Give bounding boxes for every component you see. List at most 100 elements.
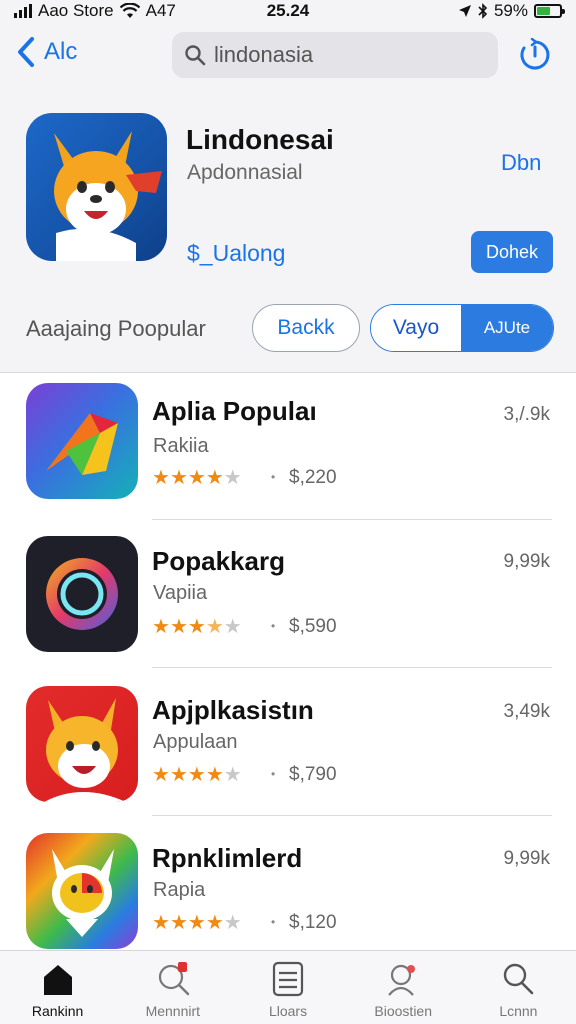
app-category: Appulaan (153, 731, 238, 753)
tab-rankinn[interactable]: Rankinn (0, 951, 115, 1024)
app-icon (26, 686, 138, 802)
segmented-control: Vayo AJUte (370, 304, 554, 352)
fox-mascot-icon (54, 131, 162, 261)
separator-dot: • (271, 619, 276, 633)
fox-mascot-icon (44, 698, 126, 802)
app-price: $,790 (289, 764, 337, 785)
search-icon (504, 963, 534, 995)
list-item[interactable]: Aplia Populaı Rakiia ★★★★★ • $,220 3,/.9… (0, 380, 576, 520)
separator-dot: • (271, 470, 276, 484)
signal-icon (14, 4, 32, 18)
person-search-icon (158, 962, 189, 996)
star-icon: ★ (152, 616, 170, 638)
star-icon: ★ (223, 764, 242, 786)
tab-label: Mennnirt (145, 1003, 201, 1019)
app-download-count: 9,99k (503, 551, 550, 572)
list-item[interactable]: Apjplkasistın Appulaan ★★★★★ • $,790 3,4… (0, 678, 576, 818)
star-rating: ★★★★★ (152, 910, 242, 935)
battery-icon (534, 4, 565, 18)
app-icon (26, 536, 138, 652)
star-icon: ★ (205, 616, 224, 638)
featured-app-icon[interactable] (26, 113, 167, 261)
star-icon: ★ (223, 616, 242, 638)
star-icon: ★ (205, 467, 224, 489)
list-item[interactable]: Rpnklimlerd Rapia ★★★★★ • $,120 9,99k (0, 826, 576, 966)
nav-bar: Alc (0, 30, 576, 80)
back-label: Alc (44, 38, 78, 65)
ring-logo-icon (46, 558, 118, 630)
star-icon: ★ (152, 912, 170, 934)
open-link[interactable]: Dbn (501, 150, 541, 176)
app-download-count: 9,99k (503, 848, 550, 869)
get-button[interactable]: Dohek (471, 231, 553, 273)
battery-percent: 59% (493, 1, 528, 20)
list-icon (272, 961, 304, 997)
star-icon: ★ (205, 764, 224, 786)
home-icon (43, 965, 72, 995)
network-label: A47 (145, 1, 176, 20)
arrow-logo-icon (46, 413, 118, 475)
star-icon: ★ (152, 764, 170, 786)
tab-mennnirt[interactable]: Mennnirt (115, 951, 230, 1024)
app-name: Apjplkasistın (152, 695, 314, 725)
featured-app-title: Lindonesai (186, 124, 334, 155)
app-price: $,220 (289, 467, 337, 488)
price-link[interactable]: $_Ualong (187, 240, 285, 267)
star-icon: ★ (187, 616, 206, 638)
search-bar[interactable] (172, 32, 498, 78)
tab-label: Bioostien (374, 1003, 432, 1019)
tab-label: Lloars (268, 1003, 308, 1019)
location-icon (458, 5, 471, 17)
star-rating: ★★★★★ (152, 614, 242, 639)
tab-label: Rankinn (31, 1003, 84, 1019)
segment-ajute[interactable]: AJUte (461, 305, 553, 351)
tab-label: Lcnnn (499, 1003, 538, 1019)
app-download-count: 3,49k (503, 701, 550, 722)
app-name: Popakkarg (152, 546, 285, 576)
tab-lloars[interactable]: Lloars (230, 951, 345, 1024)
app-icon (26, 383, 138, 499)
row-divider (152, 815, 552, 816)
wifi-icon (119, 3, 140, 18)
app-price: $,120 (289, 912, 337, 933)
status-bar: Aao Store A47 25.24 59% (0, 0, 576, 22)
star-rating: ★★★★★ (152, 465, 242, 490)
star-icon: ★ (205, 912, 224, 934)
star-icon: ★ (223, 912, 242, 934)
star-icon: ★ (187, 764, 206, 786)
star-icon: ★ (223, 467, 242, 489)
bluetooth-icon (478, 3, 488, 19)
star-rating: ★★★★★ (152, 762, 242, 787)
carrier-name: Aao Store (38, 1, 114, 20)
app-category: Rakiia (153, 435, 209, 457)
back-segment-button[interactable]: Backk (252, 304, 360, 352)
segment-vayo[interactable]: Vayo (371, 305, 461, 351)
row-divider (152, 667, 552, 668)
app-price: $,590 (289, 616, 337, 637)
app-download-count: 3,/.9k (503, 404, 550, 425)
star-icon: ★ (187, 912, 206, 934)
list-item[interactable]: Popakkarg Vapiia ★★★★★ • $,590 9,99k (0, 530, 576, 670)
app-name: Rpnklimlerd (152, 843, 303, 873)
star-icon: ★ (187, 467, 206, 489)
fox-mascot-icon (52, 849, 114, 937)
app-category: Rapia (153, 879, 206, 901)
star-icon: ★ (169, 467, 188, 489)
chevron-left-icon (18, 37, 34, 67)
star-icon: ★ (169, 764, 188, 786)
tab-lcnnn[interactable]: Lcnnn (461, 951, 576, 1024)
search-input[interactable] (214, 42, 484, 68)
tab-bioostien[interactable]: Bioostien (346, 951, 461, 1024)
refresh-icon[interactable] (518, 38, 552, 72)
search-icon (185, 45, 206, 66)
featured-app-subtitle: Apdonnasial (187, 161, 303, 184)
back-button[interactable]: Alc (16, 36, 77, 68)
tab-bar: Rankinn Mennnirt Lloars Bioostien Lcnnn (0, 950, 576, 1024)
app-name: Aplia Populaı (152, 396, 317, 426)
app-icon (26, 833, 138, 949)
star-icon: ★ (169, 616, 188, 638)
app-category: Vapiia (153, 582, 208, 604)
separator-dot: • (271, 767, 276, 781)
row-divider (152, 519, 552, 520)
section-title: Aaajaing Poopular (26, 316, 206, 341)
